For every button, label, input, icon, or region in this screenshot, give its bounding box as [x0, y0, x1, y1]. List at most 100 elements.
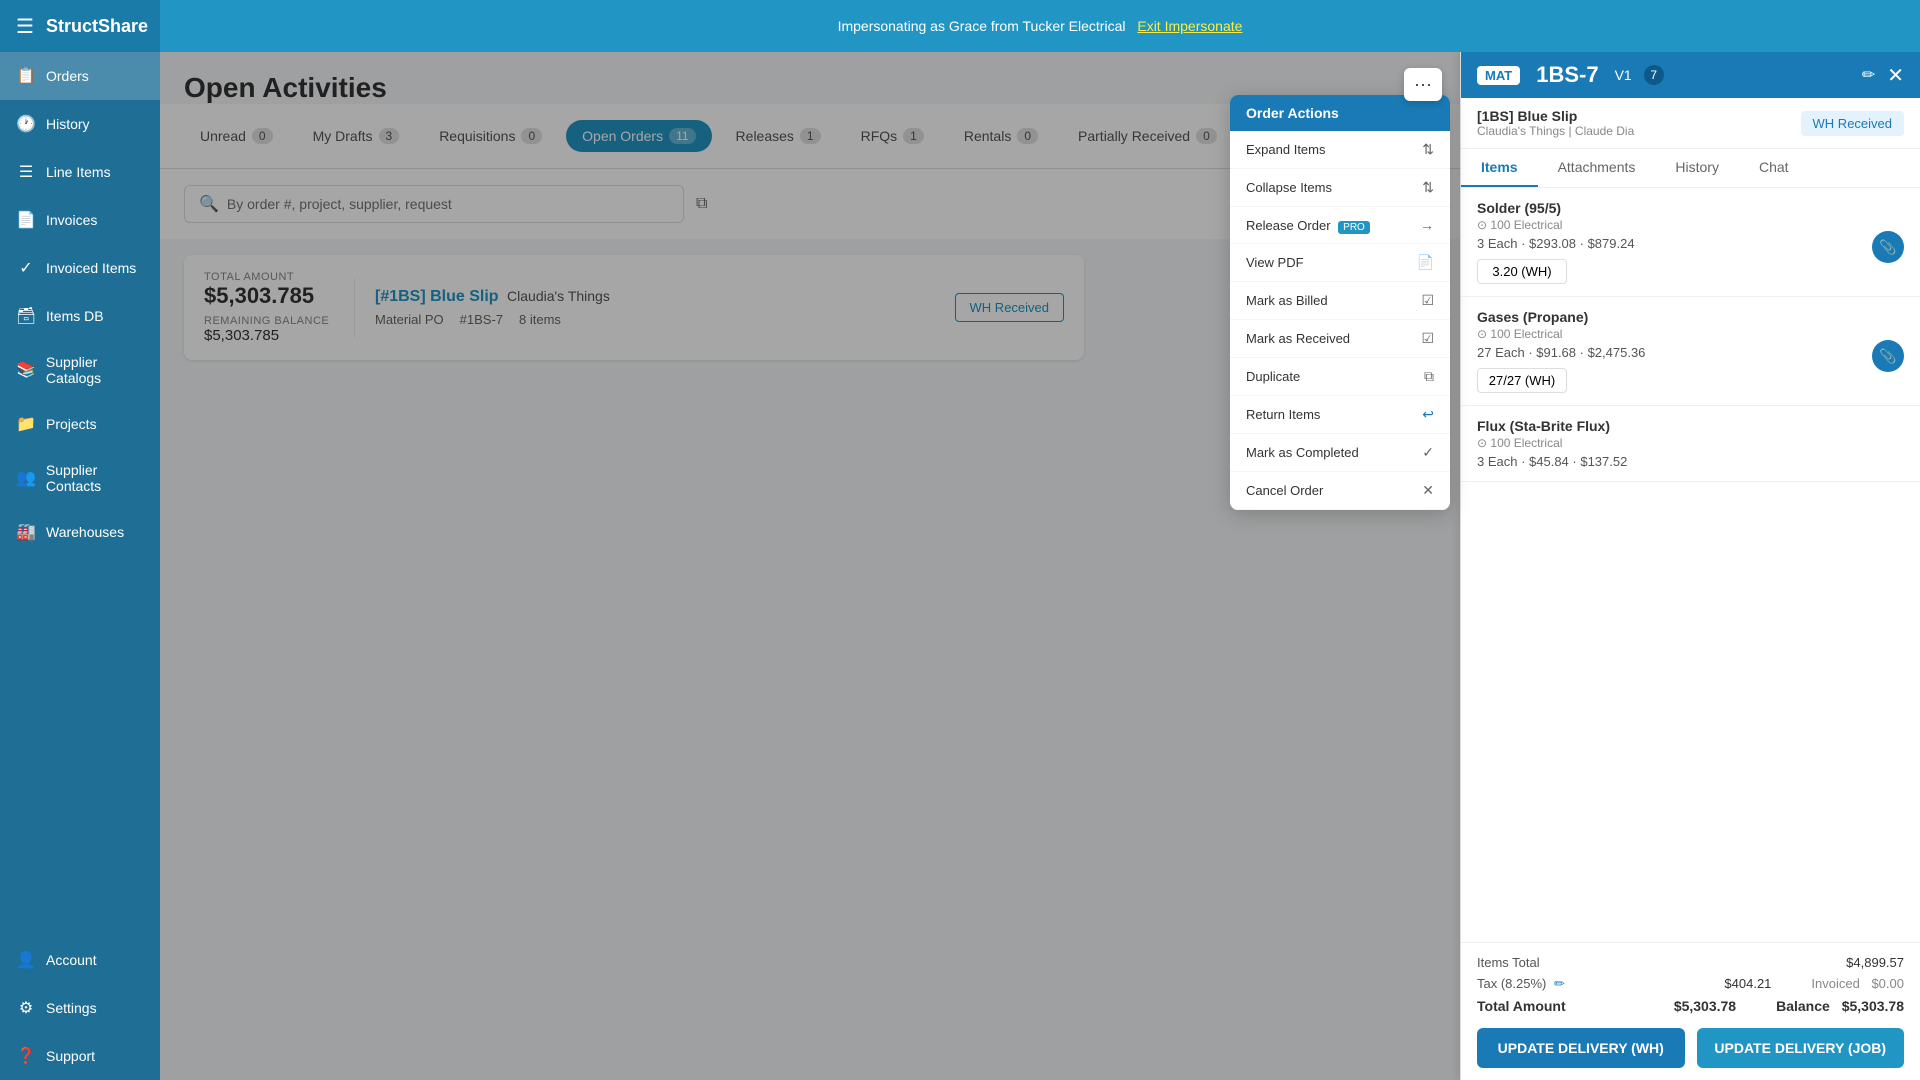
menu-item-release[interactable]: Release Order PRO →: [1230, 207, 1450, 244]
panel-badge: MAT: [1477, 66, 1520, 85]
sidebar-label-history: History: [46, 116, 90, 132]
item-details: 27 Each · $91.68 · $2,475.36: [1477, 345, 1904, 360]
panel-tab-items[interactable]: Items: [1461, 149, 1538, 187]
update-delivery-job-button[interactable]: UPDATE DELIVERY (JOB): [1697, 1028, 1905, 1068]
sidebar-item-support[interactable]: ❓ Support: [0, 1032, 160, 1080]
balance-label: Balance: [1776, 998, 1830, 1014]
panel-actions: UPDATE DELIVERY (WH) UPDATE DELIVERY (JO…: [1477, 1028, 1904, 1068]
duplicate-icon: ⧉: [1424, 368, 1434, 385]
settings-icon: ⚙: [16, 998, 36, 1018]
billed-icon: ☑: [1421, 292, 1434, 309]
support-icon: ❓: [16, 1046, 36, 1066]
item-name: Gases (Propane): [1477, 309, 1904, 325]
orders-icon: 📋: [16, 66, 36, 86]
sidebar-item-supplier-catalogs[interactable]: 📚 Supplier Catalogs: [0, 340, 160, 400]
warehouses-icon: 🏭: [16, 522, 36, 542]
total-amount-value: $5,303.78: [1674, 998, 1736, 1014]
menu-item-mark-received[interactable]: Mark as Received ☑: [1230, 320, 1450, 358]
menu-item-view-pdf[interactable]: View PDF 📄: [1230, 244, 1450, 282]
list-item: Solder (95/5) ⊙ 100 Electrical 3 Each · …: [1461, 188, 1920, 297]
sidebar-item-items-db[interactable]: 🗃 Items DB: [0, 292, 160, 340]
exit-impersonate-link[interactable]: Exit Impersonate: [1137, 18, 1242, 34]
edit-tax-icon[interactable]: ✏: [1554, 976, 1565, 991]
panel-supplier-sub: Claudia's Things | Claude Dia: [1477, 124, 1634, 138]
sidebar: 📋 Orders 🕐 History ☰ Line Items 📄 Invoic…: [0, 52, 160, 1080]
panel-header: MAT 1BS-7 V1 7 ✏ ✕: [1461, 52, 1920, 98]
sidebar-label-invoiced-items: Invoiced Items: [46, 260, 136, 276]
sidebar-label-projects: Projects: [46, 416, 97, 432]
panel-tabs: Items Attachments History Chat: [1461, 149, 1920, 188]
panel-tab-attachments[interactable]: Attachments: [1538, 149, 1656, 187]
menu-item-mark-billed[interactable]: Mark as Billed ☑: [1230, 282, 1450, 320]
sidebar-item-projects[interactable]: 📁 Projects: [0, 400, 160, 448]
sidebar-bottom: 👤 Account ⚙ Settings ❓ Support: [0, 936, 160, 1080]
wh-received-button[interactable]: WH Received: [1801, 111, 1904, 136]
return-icon: ↩: [1422, 406, 1434, 423]
update-delivery-wh-button[interactable]: UPDATE DELIVERY (WH): [1477, 1028, 1685, 1068]
tax-amount: $404.21: [1724, 976, 1771, 992]
menu-item-mark-completed[interactable]: Mark as Completed ✓: [1230, 434, 1450, 472]
panel-body: Solder (95/5) ⊙ 100 Electrical 3 Each · …: [1461, 188, 1920, 942]
item-input-wrap: [1477, 259, 1904, 284]
sidebar-label-supplier-catalogs: Supplier Catalogs: [46, 354, 144, 386]
release-icon: →: [1420, 217, 1434, 233]
sidebar-item-invoices[interactable]: 📄 Invoices: [0, 196, 160, 244]
sidebar-label-supplier-contacts: Supplier Contacts: [46, 462, 144, 494]
order-actions-menu: Order Actions Expand Items ⇅ Collapse It…: [1230, 95, 1450, 510]
projects-icon: 📁: [16, 414, 36, 434]
sidebar-label-orders: Orders: [46, 68, 89, 84]
tax-label: Tax (8.25%) ✏: [1477, 976, 1565, 992]
item-details: 3 Each · $45.84 · $137.52: [1477, 454, 1904, 469]
items-total-row: Items Total $4,899.57: [1477, 955, 1904, 970]
list-item: Gases (Propane) ⊙ 100 Electrical 27 Each…: [1461, 297, 1920, 406]
sidebar-item-history[interactable]: 🕐 History: [0, 100, 160, 148]
panel-supplier-name: [1BS] Blue Slip: [1477, 108, 1634, 124]
received-icon: ☑: [1421, 330, 1434, 347]
invoices-icon: 📄: [16, 210, 36, 230]
menu-item-collapse[interactable]: Collapse Items ⇅: [1230, 169, 1450, 207]
menu-item-duplicate[interactable]: Duplicate ⧉: [1230, 358, 1450, 396]
panel-edit-button[interactable]: ✏: [1862, 65, 1875, 85]
menu-item-return[interactable]: Return Items ↩: [1230, 396, 1450, 434]
qty-input-gases[interactable]: [1477, 368, 1567, 393]
hamburger-icon[interactable]: ☰: [16, 14, 34, 39]
items-total-value: $4,899.57: [1846, 955, 1904, 970]
supplier-catalogs-icon: 📚: [16, 360, 36, 380]
panel-version: V1: [1615, 67, 1632, 83]
logo: StructShare: [46, 16, 148, 37]
sidebar-item-settings[interactable]: ⚙ Settings: [0, 984, 160, 1032]
item-supplier: ⊙ 100 Electrical: [1477, 327, 1904, 341]
top-bar: ☰ StructShare Impersonating as Grace fro…: [0, 0, 1920, 52]
line-items-icon: ☰: [16, 162, 36, 182]
balance-amount: $5,303.78: [1842, 998, 1904, 1014]
items-db-icon: 🗃: [16, 306, 36, 326]
panel-subheader: [1BS] Blue Slip Claudia's Things | Claud…: [1461, 98, 1920, 149]
items-total-label: Items Total: [1477, 955, 1540, 970]
item-supplier: ⊙ 100 Electrical: [1477, 436, 1904, 450]
panel-tab-chat[interactable]: Chat: [1739, 149, 1809, 187]
three-dots-button[interactable]: ···: [1404, 68, 1442, 101]
sidebar-label-items-db: Items DB: [46, 308, 104, 324]
attach-button-gases[interactable]: 📎: [1872, 340, 1904, 372]
item-details: 3 Each · $293.08 · $879.24: [1477, 236, 1904, 251]
sidebar-item-warehouses[interactable]: 🏭 Warehouses: [0, 508, 160, 556]
supplier-contacts-icon: 👥: [16, 468, 36, 488]
completed-icon: ✓: [1422, 444, 1434, 461]
attach-button-solder[interactable]: 📎: [1872, 231, 1904, 263]
panel-tab-history[interactable]: History: [1655, 149, 1739, 187]
sidebar-label-settings: Settings: [46, 1000, 97, 1016]
menu-item-expand[interactable]: Expand Items ⇅: [1230, 131, 1450, 169]
menu-item-cancel[interactable]: Cancel Order ✕: [1230, 472, 1450, 510]
sidebar-item-line-items[interactable]: ☰ Line Items: [0, 148, 160, 196]
panel-close-button[interactable]: ✕: [1887, 63, 1904, 88]
qty-input-solder[interactable]: [1477, 259, 1567, 284]
sidebar-item-orders[interactable]: 📋 Orders: [0, 52, 160, 100]
panel-order-number: 1BS-7: [1536, 62, 1598, 88]
sidebar-item-invoiced-items[interactable]: ✓ Invoiced Items: [0, 244, 160, 292]
item-name: Flux (Sta-Brite Flux): [1477, 418, 1904, 434]
sidebar-item-supplier-contacts[interactable]: 👥 Supplier Contacts: [0, 448, 160, 508]
sidebar-label-invoices: Invoices: [46, 212, 97, 228]
expand-icon: ⇅: [1422, 141, 1434, 158]
sidebar-item-account[interactable]: 👤 Account: [0, 936, 160, 984]
account-icon: 👤: [16, 950, 36, 970]
